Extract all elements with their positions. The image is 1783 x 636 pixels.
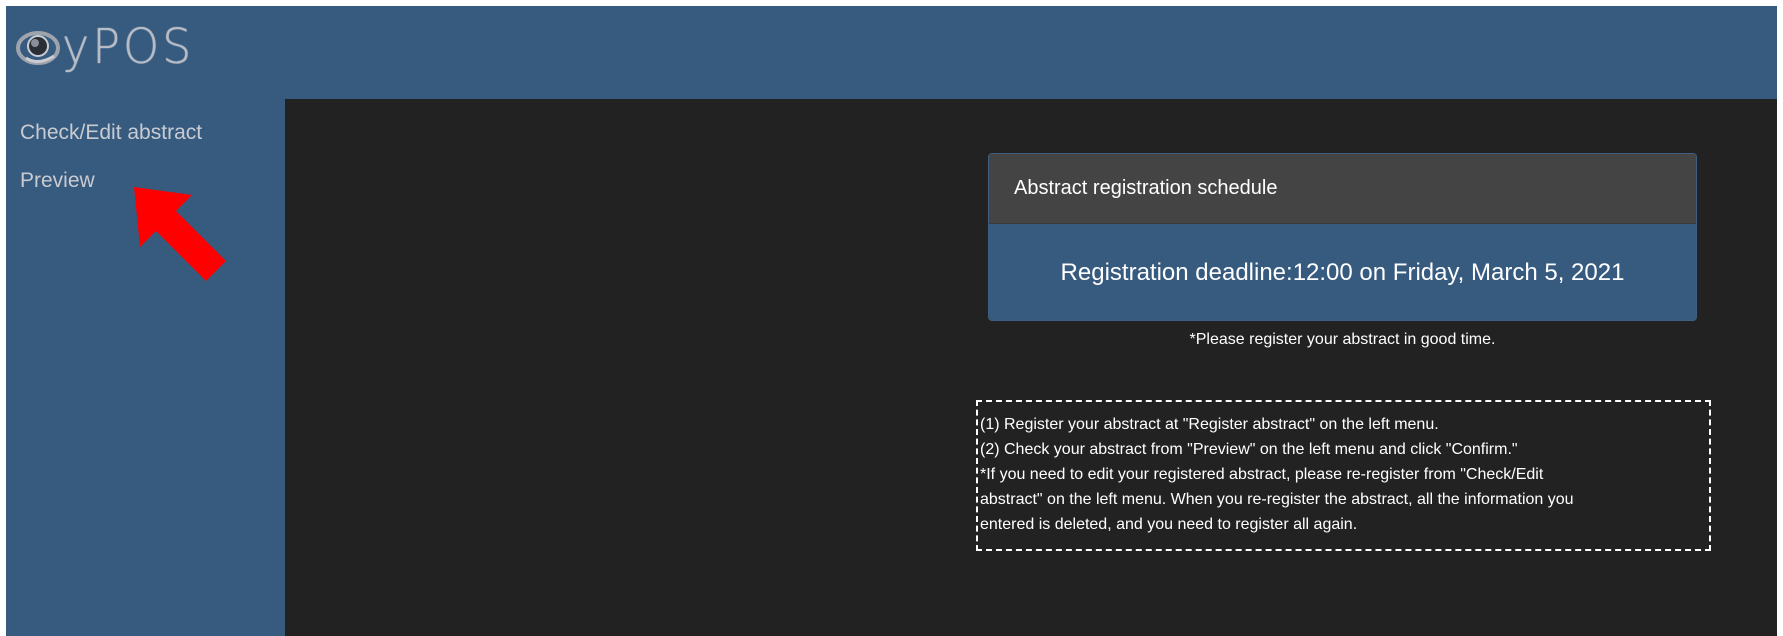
- app-logo[interactable]: yPOS: [16, 18, 194, 74]
- register-in-time-note: *Please register your abstract in good t…: [1189, 331, 1496, 348]
- instructions-box: (1) Register your abstract at "Register …: [976, 400, 1711, 551]
- main-content: Abstract registration schedule Registrat…: [285, 99, 1777, 636]
- instruction-line: (1) Register your abstract at "Register …: [980, 416, 1439, 433]
- sidebar-item-check-edit-abstract[interactable]: Check/Edit abstract: [20, 121, 202, 145]
- instruction-line: abstract" on the left menu. When you re-…: [980, 491, 1574, 508]
- sidebar-item-preview[interactable]: Preview: [20, 169, 95, 193]
- schedule-card-title: Abstract registration schedule: [989, 154, 1696, 224]
- instruction-line: *If you need to edit your registered abs…: [980, 466, 1544, 483]
- instruction-line: entered is deleted, and you need to regi…: [980, 516, 1358, 533]
- red-arrow-icon: [134, 187, 229, 287]
- sidebar: Check/Edit abstract Preview: [6, 99, 285, 636]
- app-window: yPOS Check/Edit abstract Preview Abstrac…: [6, 6, 1777, 636]
- registration-deadline: Registration deadline:12:00 on Friday, M…: [989, 224, 1696, 320]
- logo-wordmark: yPOS: [62, 17, 195, 75]
- instruction-line: (2) Check your abstract from "Preview" o…: [980, 441, 1518, 458]
- schedule-card: Abstract registration schedule Registrat…: [988, 153, 1697, 321]
- top-header: yPOS: [6, 6, 1777, 99]
- globe-ring-logo-icon: [16, 24, 60, 68]
